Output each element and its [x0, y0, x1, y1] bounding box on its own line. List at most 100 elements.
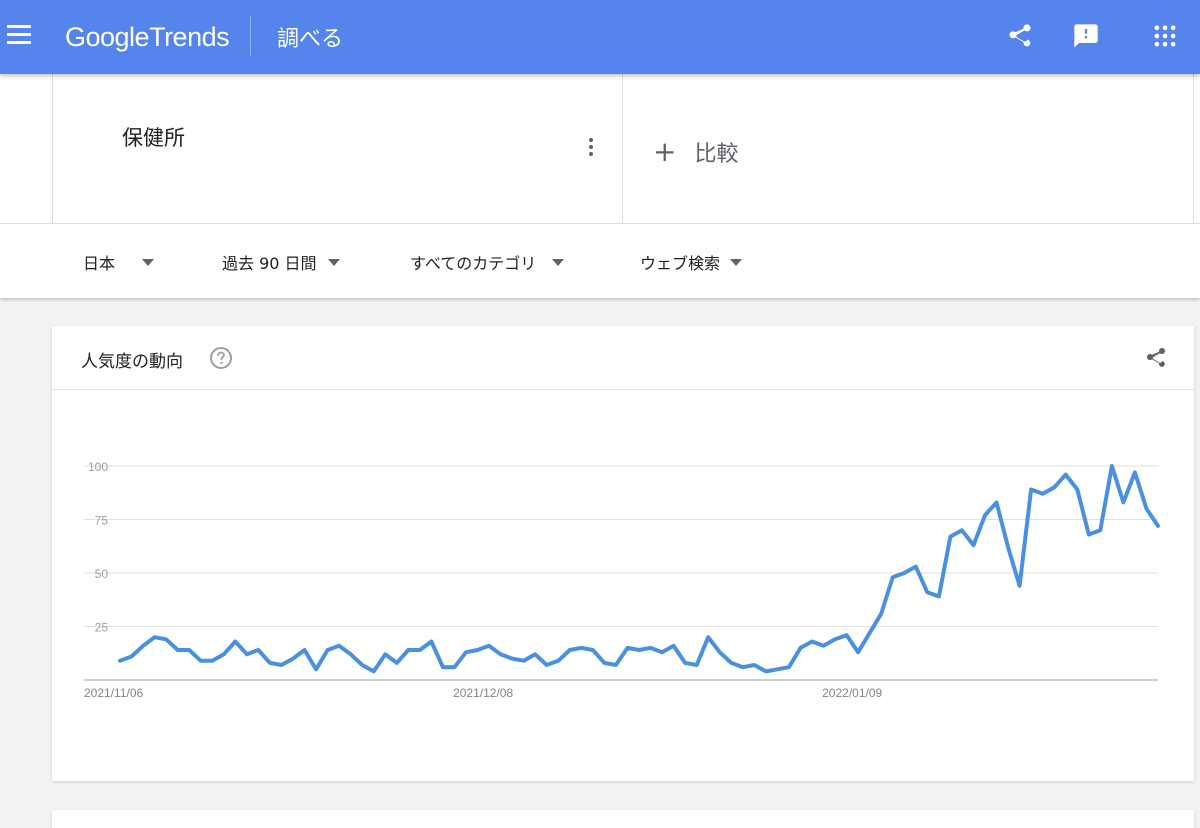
interest-over-time-card: 人気度の動向 25 50 75 100 2021/11/06 2021/12/08 2022… [52, 326, 1194, 781]
data-point [1121, 500, 1125, 504]
compare-label: 比較 [694, 142, 739, 167]
data-point [164, 637, 168, 641]
apps-icon[interactable] [1151, 22, 1179, 50]
series-line [118, 464, 1160, 674]
data-point [960, 528, 964, 532]
dropdown-arrow-icon [327, 258, 340, 266]
data-point [153, 635, 157, 639]
data-point [1075, 488, 1079, 492]
data-point [914, 565, 918, 569]
data-point [833, 637, 837, 641]
dropdown-arrow-icon [730, 258, 743, 266]
data-point [233, 639, 237, 643]
data-point [176, 648, 180, 652]
data-point [1110, 464, 1114, 468]
data-point [1156, 524, 1160, 528]
data-point [337, 644, 341, 648]
google-trends-logo[interactable]: GoogleTrends [65, 22, 230, 53]
x-tick-label: 2022/01/09 [822, 686, 882, 700]
data-point [591, 648, 595, 652]
page-title: 調べる [277, 27, 344, 52]
data-point [130, 654, 134, 658]
data-point [199, 659, 203, 663]
data-point [1018, 584, 1022, 588]
period-dropdown[interactable]: 過去 90 日間 [222, 250, 340, 274]
data-point [971, 543, 975, 547]
data-point [256, 648, 260, 652]
panel-divider [1193, 74, 1194, 223]
data-point [810, 639, 814, 643]
data-point [614, 663, 618, 667]
data-point [1041, 492, 1045, 496]
data-point [545, 663, 549, 667]
dropdown-arrow-icon [552, 258, 565, 266]
menu-icon[interactable] [7, 25, 31, 45]
data-point [995, 500, 999, 504]
data-point [902, 571, 906, 575]
data-point [1133, 470, 1137, 474]
data-point [429, 639, 433, 643]
compare-button[interactable]: + 比較 [653, 136, 738, 168]
x-tick-label: 2021/11/06 [84, 686, 143, 700]
data-point [360, 663, 364, 667]
data-point [925, 590, 929, 594]
dropdown-arrow-icon [142, 258, 155, 266]
region-value: 日本 [83, 254, 116, 273]
data-point [452, 665, 456, 669]
data-point [787, 665, 791, 669]
data-point [856, 650, 860, 654]
data-point [1087, 532, 1091, 536]
data-point [187, 648, 191, 652]
y-tick-label: 50 [95, 567, 109, 581]
filter-bar: 日本 過去 90 日間 すべてのカテゴリ ウェブ検索 [0, 223, 1200, 298]
data-point [879, 612, 883, 616]
data-point [349, 652, 353, 656]
more-vert-icon[interactable] [587, 138, 595, 160]
data-point [937, 595, 941, 599]
data-point [441, 665, 445, 669]
data-point [556, 659, 560, 663]
logo-google-text: Google [65, 22, 150, 52]
data-point [487, 644, 491, 648]
y-tick-label: 25 [95, 621, 109, 635]
data-point [464, 650, 468, 654]
data-point [764, 669, 768, 673]
search-term-card[interactable]: 保健所 [52, 74, 623, 223]
search-term-text[interactable]: 保健所 [122, 122, 185, 152]
period-value: 過去 90 日間 [222, 254, 317, 273]
data-point [891, 575, 895, 579]
data-point [822, 644, 826, 648]
data-point [775, 667, 779, 671]
data-point [533, 652, 537, 656]
share-icon[interactable] [1144, 346, 1168, 370]
data-point [1144, 507, 1148, 511]
category-value: すべてのカテゴリ [410, 254, 537, 273]
card-title: 人気度の動向 [81, 352, 183, 372]
header-divider [250, 16, 251, 56]
region-dropdown[interactable]: 日本 [83, 250, 155, 274]
search-type-dropdown[interactable]: ウェブ検索 [640, 250, 743, 274]
data-point [118, 659, 122, 663]
data-point [672, 644, 676, 648]
category-dropdown[interactable]: すべてのカテゴリ [410, 250, 565, 274]
data-point [1006, 545, 1010, 549]
data-point [499, 652, 503, 656]
data-point [476, 648, 480, 652]
data-point [948, 535, 952, 539]
feedback-icon[interactable] [1072, 22, 1100, 50]
data-point [1098, 528, 1102, 532]
help-icon[interactable] [209, 346, 233, 370]
data-point [718, 650, 722, 654]
data-point [649, 646, 653, 650]
data-point [210, 659, 214, 663]
interest-line-chart: 25 50 75 100 2021/11/06 2021/12/08 2022/01/09 [84, 460, 1160, 700]
data-point [845, 633, 849, 637]
data-point [303, 648, 307, 652]
card-header: 人気度の動向 [52, 326, 1194, 390]
data-point [522, 659, 526, 663]
data-point [752, 663, 756, 667]
data-point [268, 661, 272, 665]
data-point [868, 631, 872, 635]
share-icon[interactable] [1006, 22, 1034, 50]
data-point [1052, 485, 1056, 489]
